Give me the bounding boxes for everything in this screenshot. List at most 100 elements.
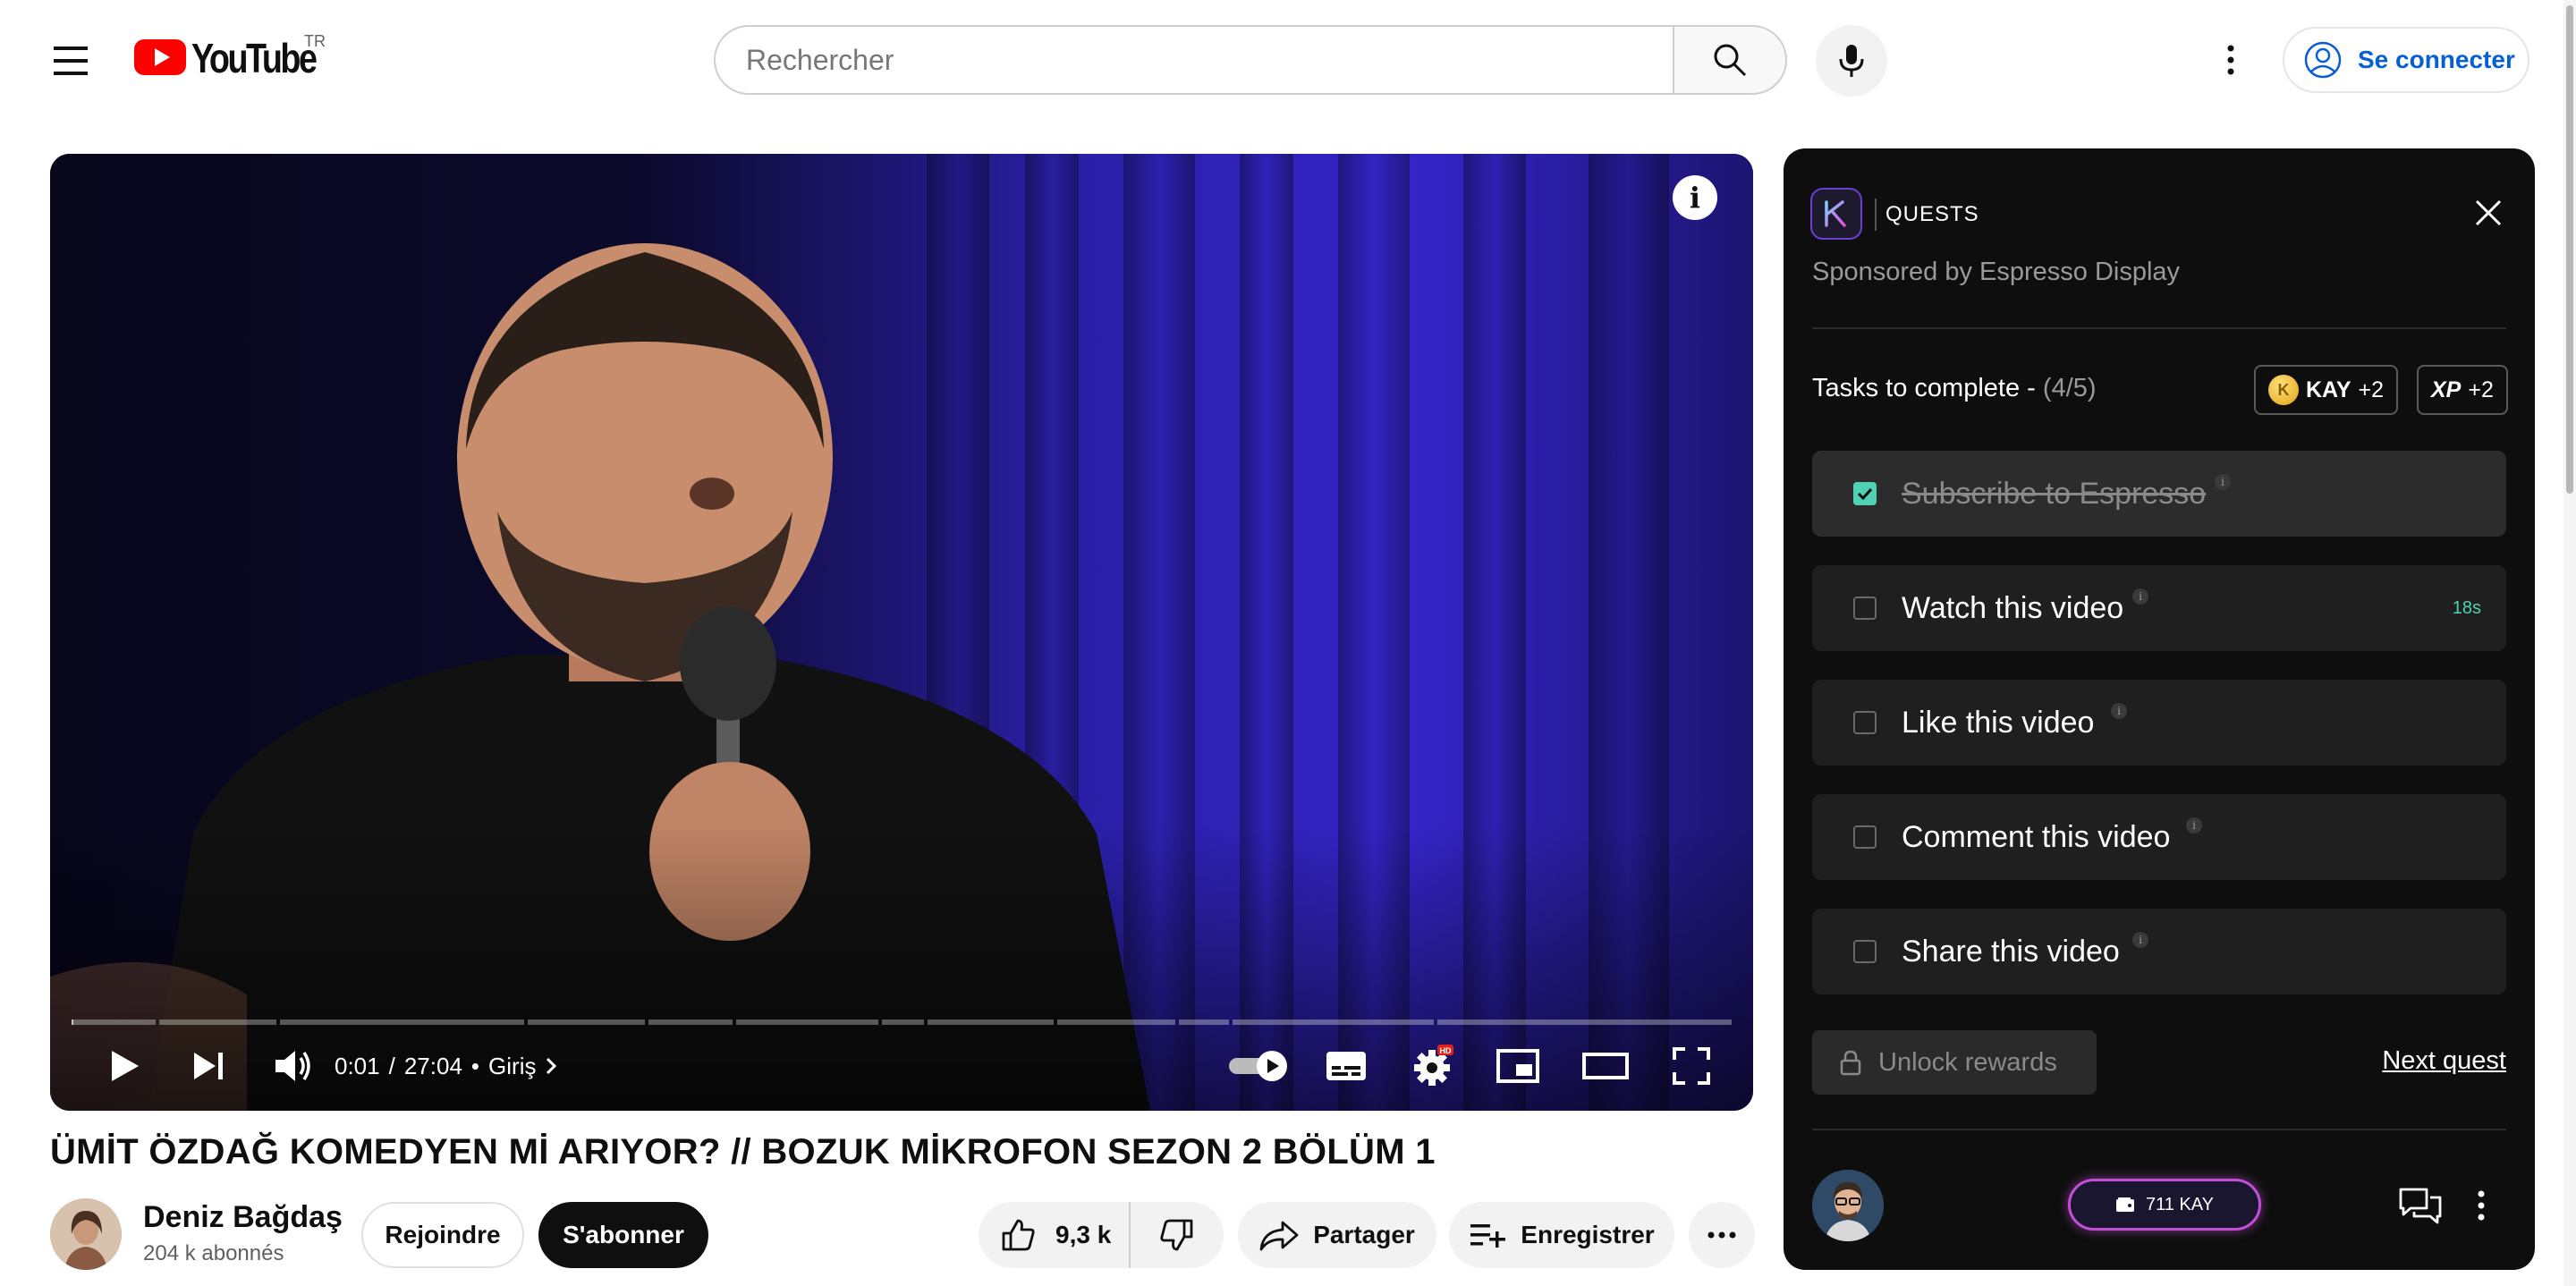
subtitles-button[interactable] — [1306, 1039, 1386, 1093]
panel-divider-top — [1812, 327, 2506, 329]
panel-divider-bottom — [1812, 1129, 2506, 1130]
progress-chapter-segment[interactable] — [72, 1019, 156, 1025]
more-vert-icon — [2227, 45, 2234, 75]
time-separator: / — [388, 1052, 395, 1079]
chapter-title: Giriş — [488, 1052, 537, 1079]
playlist-add-icon — [1470, 1224, 1506, 1248]
video-info-button[interactable]: i — [1673, 175, 1717, 220]
task-checkbox[interactable] — [1853, 711, 1877, 734]
task-checkbox[interactable] — [1853, 596, 1877, 620]
subscribe-button[interactable]: S'abonner — [538, 1202, 708, 1268]
task-label: Share this video — [1902, 934, 2120, 969]
settings-menu-button[interactable] — [2209, 36, 2252, 84]
play-icon — [112, 1051, 139, 1081]
progress-chapter-segment[interactable] — [280, 1019, 524, 1025]
sponsor-text: Sponsored by Espresso Display — [1812, 258, 2181, 286]
progress-chapter-segment[interactable] — [735, 1019, 879, 1025]
progress-chapter-segment[interactable] — [1233, 1019, 1435, 1025]
play-button[interactable] — [89, 1039, 161, 1093]
voice-search-button[interactable] — [1816, 25, 1887, 97]
progress-chapter-segment[interactable] — [1437, 1019, 1732, 1025]
chapter-button[interactable]: • Giriş — [471, 1053, 558, 1080]
save-button[interactable]: Enregistrer — [1449, 1202, 1674, 1268]
duration: 27:04 — [403, 1052, 462, 1079]
sign-in-button[interactable]: Se connecter — [2283, 27, 2529, 93]
more-actions-button[interactable] — [1689, 1202, 1755, 1268]
mute-button[interactable] — [258, 1039, 329, 1093]
wallet-balance-button[interactable]: 711 KAY — [2068, 1179, 2261, 1231]
task-checkbox-checked[interactable] — [1853, 482, 1877, 505]
progress-chapter-segment[interactable] — [158, 1019, 277, 1025]
search-input[interactable] — [744, 42, 1673, 78]
like-count: 9,3 k — [1055, 1221, 1112, 1248]
region-code: TR — [304, 32, 326, 50]
player-controls: 0:01 / 27:04 • Giriş HD — [50, 1039, 1753, 1093]
kay-reward-badge: K KAY +2 — [2254, 365, 2399, 415]
channel-avatar[interactable] — [50, 1198, 122, 1270]
skip-next-icon — [194, 1053, 223, 1079]
progress-chapter-segment[interactable] — [527, 1019, 646, 1025]
user-avatar[interactable] — [1812, 1170, 1884, 1241]
info-tooltip-icon[interactable]: i — [2132, 932, 2148, 948]
progress-chapter-segment[interactable] — [928, 1019, 1055, 1025]
task-share[interactable]: Share this video i — [1812, 909, 2506, 994]
next-button[interactable] — [174, 1039, 245, 1093]
volume-icon — [275, 1051, 310, 1081]
progress-chapter-segment[interactable] — [882, 1019, 925, 1025]
progress-bar[interactable] — [72, 1019, 1732, 1025]
share-icon — [1259, 1221, 1299, 1251]
kay-reward-value: +2 — [2358, 376, 2385, 402]
fullscreen-icon — [1673, 1047, 1710, 1085]
progress-chapter-segment[interactable] — [648, 1019, 733, 1025]
task-subscribe[interactable]: Subscribe to Espresso i — [1812, 451, 2506, 537]
progress-chapter-segment[interactable] — [1178, 1019, 1230, 1025]
task-watch[interactable]: Watch this video i 18s — [1812, 565, 2506, 651]
search-icon — [1714, 44, 1747, 77]
page-scrollbar[interactable] — [2563, 0, 2576, 1286]
close-panel-button[interactable] — [2469, 193, 2508, 233]
fullscreen-button[interactable] — [1651, 1039, 1732, 1093]
unlock-rewards-button[interactable]: Unlock rewards — [1812, 1030, 2097, 1095]
progress-chapter-segment[interactable] — [1057, 1019, 1175, 1025]
chat-button[interactable] — [2395, 1180, 2445, 1231]
scrollbar-thumb[interactable] — [2566, 5, 2573, 494]
tasks-heading-label: Tasks to complete — [1812, 374, 2021, 402]
close-icon — [2475, 199, 2502, 226]
panel-more-button[interactable] — [2463, 1180, 2499, 1231]
like-dislike-group: 9,3 k — [979, 1202, 1224, 1268]
next-quest-link[interactable]: Next quest — [2382, 1046, 2506, 1076]
settings-button[interactable]: HD — [1392, 1039, 1472, 1093]
share-label: Partager — [1313, 1221, 1415, 1248]
like-button[interactable]: 9,3 k — [979, 1202, 1131, 1268]
share-button[interactable]: Partager — [1238, 1202, 1436, 1268]
video-player[interactable]: i 0:01 / 27:04 • Giriş HD — [50, 154, 1753, 1111]
dislike-button[interactable] — [1131, 1202, 1224, 1268]
more-vert-icon — [2478, 1190, 2485, 1221]
info-tooltip-icon[interactable]: i — [2186, 817, 2202, 833]
menu-icon[interactable] — [45, 39, 98, 82]
info-tooltip-icon[interactable]: i — [2215, 474, 2231, 490]
lock-icon — [1840, 1050, 1861, 1076]
gear-icon: HD — [1414, 1045, 1453, 1086]
wallet-balance: 711 KAY — [2146, 1194, 2214, 1214]
watch-timer: 18s — [2452, 597, 2481, 618]
join-button[interactable]: Rejoindre — [361, 1202, 524, 1268]
info-tooltip-icon[interactable]: i — [2132, 588, 2148, 605]
task-comment[interactable]: Comment this video i — [1812, 794, 2506, 880]
channel-name[interactable]: Deniz Bağdaş — [143, 1200, 343, 1235]
thumbs-down-icon — [1160, 1219, 1193, 1251]
miniplayer-button[interactable] — [1478, 1039, 1558, 1093]
task-like[interactable]: Like this video i — [1812, 680, 2506, 766]
autoplay-icon — [1229, 1051, 1287, 1081]
theater-mode-button[interactable] — [1565, 1039, 1646, 1093]
autoplay-toggle[interactable] — [1218, 1039, 1299, 1093]
task-checkbox[interactable] — [1853, 940, 1877, 963]
search-field[interactable] — [714, 25, 1673, 95]
task-checkbox[interactable] — [1853, 825, 1877, 849]
unlock-rewards-label: Unlock rewards — [1878, 1047, 2057, 1077]
info-tooltip-icon[interactable]: i — [2111, 703, 2127, 719]
wallet-icon — [2116, 1197, 2134, 1212]
tasks-heading: Tasks to complete - (4/5) — [1812, 374, 2097, 403]
search-button[interactable] — [1673, 25, 1787, 95]
miniplayer-icon — [1496, 1049, 1539, 1083]
